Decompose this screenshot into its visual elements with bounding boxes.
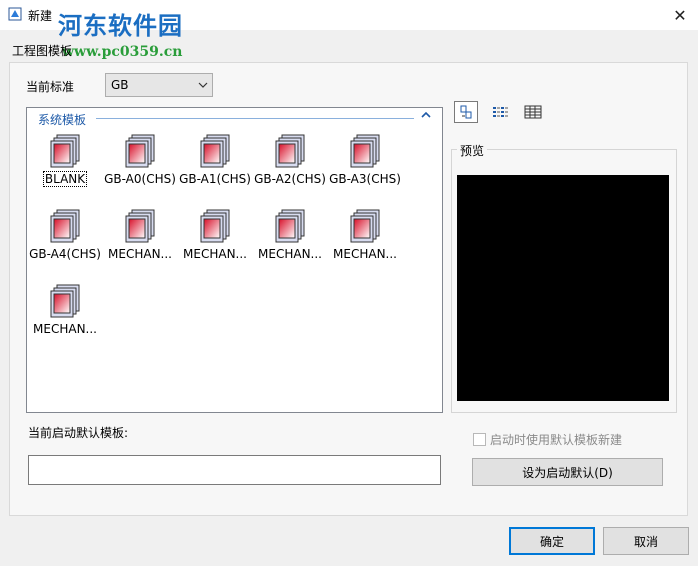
cancel-button[interactable]: 取消 — [603, 527, 689, 555]
template-item[interactable]: MECHAN... — [327, 207, 403, 277]
use-default-checkbox[interactable]: 启动时使用默认模板新建 — [473, 431, 622, 448]
template-item[interactable]: GB-A0(CHS) — [102, 132, 178, 202]
template-file-icon — [348, 134, 382, 168]
template-item[interactable]: GB-A3(CHS) — [327, 132, 403, 202]
template-item[interactable]: MECHAN... — [177, 207, 253, 277]
template-file-icon — [273, 209, 307, 243]
template-item[interactable]: GB-A1(CHS) — [177, 132, 253, 202]
template-item-label: GB-A1(CHS) — [179, 172, 251, 186]
startup-template-field[interactable] — [28, 455, 441, 485]
preview-label: 预览 — [457, 142, 488, 159]
watermark-logo: 河东软件园 — [58, 11, 183, 40]
standard-label: 当前标准 — [26, 80, 75, 94]
tab-drawing-template[interactable]: 工程图模板 — [12, 42, 72, 59]
template-item[interactable]: MECHAN... — [252, 207, 328, 277]
standard-select-value: GB — [111, 78, 129, 92]
template-file-icon — [123, 134, 157, 168]
standard-select[interactable]: GB — [105, 73, 213, 97]
template-item-label: MECHAN... — [333, 247, 397, 261]
startup-template-label: 当前启动默认模板: — [28, 426, 129, 440]
template-item-label: GB-A3(CHS) — [329, 172, 401, 186]
template-file-icon — [348, 209, 382, 243]
template-item-label: GB-A0(CHS) — [104, 172, 176, 186]
group-title: 系统模板 — [38, 113, 87, 127]
template-item[interactable]: MECHAN... — [102, 207, 178, 277]
template-item[interactable]: MECHAN... — [27, 282, 103, 352]
template-file-icon — [48, 209, 82, 243]
template-file-icon — [273, 134, 307, 168]
template-item-label: MECHAN... — [108, 247, 172, 261]
template-item-label: BLANK — [42, 171, 88, 187]
preview-image — [457, 175, 669, 401]
details-view-icon[interactable] — [521, 101, 545, 123]
use-default-checkbox-label: 启动时使用默认模板新建 — [490, 433, 623, 447]
template-file-icon — [198, 209, 232, 243]
template-item-label: GB-A2(CHS) — [254, 172, 326, 186]
template-item-label: GB-A4(CHS) — [29, 247, 101, 261]
watermark-url: www.pc0359.cn — [62, 44, 183, 60]
template-file-icon — [198, 134, 232, 168]
chevron-down-icon — [198, 77, 208, 96]
close-button[interactable]: ✕ — [662, 0, 698, 30]
template-file-icon — [48, 134, 82, 168]
app-icon — [8, 7, 22, 21]
template-item[interactable]: BLANK — [27, 132, 103, 202]
group-divider — [96, 118, 414, 119]
window-title: 新建 — [28, 9, 53, 23]
large-icons-view-icon[interactable] — [454, 101, 478, 123]
template-file-icon — [48, 284, 82, 318]
list-view-icon[interactable] — [488, 101, 512, 123]
collapse-icon[interactable] — [421, 110, 431, 123]
template-item-label: MECHAN... — [258, 247, 322, 261]
checkbox-box[interactable] — [473, 433, 486, 446]
template-item-label: MECHAN... — [183, 247, 247, 261]
template-item[interactable]: GB-A2(CHS) — [252, 132, 328, 202]
ok-button[interactable]: 确定 — [509, 527, 595, 555]
template-item-label: MECHAN... — [33, 322, 97, 336]
template-file-icon — [123, 209, 157, 243]
template-item[interactable]: GB-A4(CHS) — [27, 207, 103, 277]
set-default-button[interactable]: 设为启动默认(D) — [472, 458, 663, 486]
